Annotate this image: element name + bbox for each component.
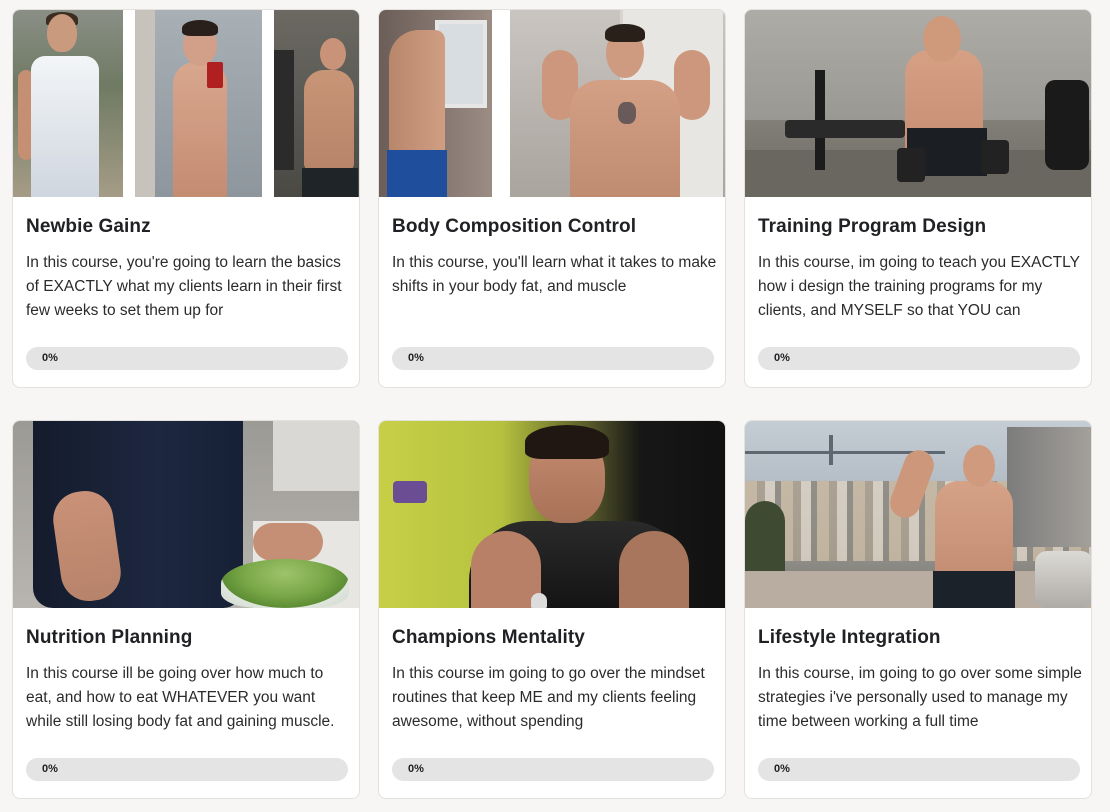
course-title[interactable]: Champions Mentality <box>392 627 585 649</box>
course-thumbnail[interactable] <box>379 421 725 608</box>
course-card-training-program-design[interactable]: Training Program Design In this course, … <box>744 9 1092 388</box>
course-title[interactable]: Training Program Design <box>758 216 986 238</box>
course-thumbnail[interactable] <box>13 10 359 197</box>
photo-panel <box>13 10 123 197</box>
course-grid: Newbie Gainz In this course, you're goin… <box>0 0 1110 812</box>
course-thumbnail[interactable] <box>745 10 1091 197</box>
course-description: In this course im going to go over the m… <box>392 665 705 730</box>
course-thumbnail[interactable] <box>379 10 725 197</box>
course-description: In this course, im going to go over some… <box>758 665 1082 730</box>
progress-label: 0% <box>42 352 58 364</box>
course-title[interactable]: Body Composition Control <box>392 216 636 238</box>
course-title[interactable]: Newbie Gainz <box>26 216 151 238</box>
photo-panel <box>379 421 725 608</box>
progress-label: 0% <box>408 352 424 364</box>
progress-bar: 0% <box>26 758 348 781</box>
course-thumbnail[interactable] <box>13 421 359 608</box>
course-description: In this course, you're going to learn th… <box>26 254 342 319</box>
photo-panel <box>135 10 262 197</box>
photo-panel <box>274 10 359 197</box>
progress-label: 0% <box>408 763 424 775</box>
progress-label: 0% <box>42 763 58 775</box>
progress-bar: 0% <box>26 347 348 370</box>
course-card-body-composition-control[interactable]: Body Composition Control In this course,… <box>378 9 726 388</box>
course-card-lifestyle-integration[interactable]: Lifestyle Integration In this course, im… <box>744 420 1092 799</box>
photo-panel <box>745 421 1091 608</box>
course-description: In this course ill be going over how muc… <box>26 665 335 730</box>
photo-panel <box>745 10 1091 197</box>
progress-bar: 0% <box>392 347 714 370</box>
course-title[interactable]: Nutrition Planning <box>26 627 192 649</box>
photo-panel <box>510 10 725 197</box>
course-card-champions-mentality[interactable]: Champions Mentality In this course im go… <box>378 420 726 799</box>
progress-label: 0% <box>774 352 790 364</box>
course-description: In this course, im going to teach you EX… <box>758 254 1080 319</box>
course-card-nutrition-planning[interactable]: Nutrition Planning In this course ill be… <box>12 420 360 799</box>
progress-bar: 0% <box>392 758 714 781</box>
course-description: In this course, you'll learn what it tak… <box>392 254 717 295</box>
progress-bar: 0% <box>758 758 1080 781</box>
course-title[interactable]: Lifestyle Integration <box>758 627 941 649</box>
photo-panel <box>379 10 492 197</box>
course-card-newbie-gainz[interactable]: Newbie Gainz In this course, you're goin… <box>12 9 360 388</box>
course-thumbnail[interactable] <box>745 421 1091 608</box>
photo-panel <box>13 421 359 608</box>
progress-label: 0% <box>774 763 790 775</box>
progress-bar: 0% <box>758 347 1080 370</box>
